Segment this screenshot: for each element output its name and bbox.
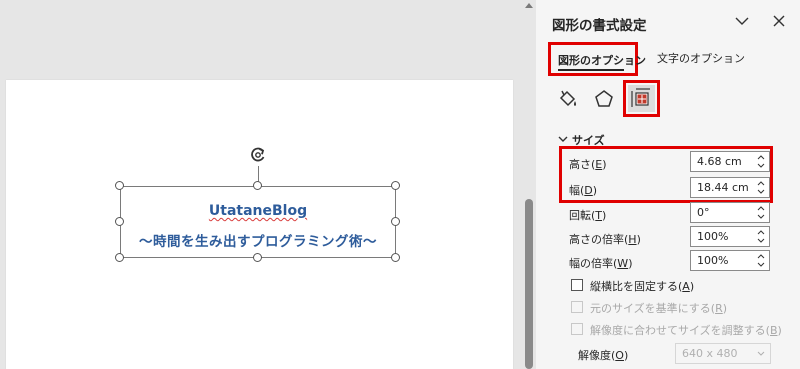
close-icon[interactable] (770, 12, 788, 30)
scale-width-value: 100% (697, 254, 729, 267)
resize-handle-top-left[interactable] (115, 181, 124, 190)
resize-handle-top[interactable] (253, 181, 262, 190)
rotation-label: 回転(T) (569, 209, 607, 222)
resolution-select: 640 x 480 (675, 343, 771, 364)
resolution-label-key: O (615, 349, 624, 362)
resize-handle-bottom-right[interactable] (391, 253, 400, 262)
chevron-down-icon (757, 351, 765, 356)
tab-selected-underline (558, 69, 624, 71)
lock-aspect-ratio-label[interactable]: 縦横比を固定する(A) (590, 278, 694, 294)
highlight-size-fields (559, 146, 773, 203)
resize-handle-bottom[interactable] (253, 253, 262, 262)
shape-text-line-1: UtataneBlog (120, 203, 396, 219)
lock-aspect-ratio-text: 縦横比を固定する (590, 280, 678, 293)
scale-height-value: 100% (697, 230, 729, 243)
scale-height-spinner[interactable]: 100% (690, 226, 770, 247)
scale-height-label: 高さの倍率(H) (569, 233, 641, 246)
best-scale-key: B (769, 324, 778, 337)
rotation-label-text: 回転 (569, 209, 591, 222)
spin-up-icon[interactable] (757, 253, 765, 260)
scroll-up-arrow-icon[interactable] (525, 3, 533, 8)
spin-down-icon[interactable] (757, 213, 765, 220)
rotation-label-key: T (595, 209, 603, 222)
rotate-handle-icon[interactable] (247, 144, 269, 166)
rotation-value: 0° (697, 206, 710, 219)
tab-text-options[interactable]: 文字のオプション (657, 50, 745, 66)
tab-shape-options-label: 図形のオプション (558, 54, 646, 67)
resize-handle-bottom-left[interactable] (115, 253, 124, 262)
lock-aspect-ratio-checkbox[interactable] (571, 279, 583, 291)
spin-down-icon[interactable] (757, 237, 765, 244)
pane-title: 図形の書式設定 (552, 18, 647, 34)
scale-height-label-key: H (628, 233, 637, 246)
relative-original-size-checkbox (571, 301, 583, 313)
format-shape-pane: 図形の書式設定 図形のオプション 文字のオプション サイズ 高さ(E) 4.68… (536, 0, 800, 369)
best-scale-text: 解像度に合わせてサイズを調整する (590, 324, 766, 337)
effects-icon[interactable] (589, 84, 619, 114)
relative-original-size-key: R (715, 302, 723, 315)
scale-height-label-text: 高さの倍率 (569, 233, 624, 246)
resolution-label-text: 解像度 (578, 349, 611, 362)
scale-width-label-text: 幅の倍率 (569, 257, 613, 270)
shape-text-title: UtataneBlog (208, 203, 308, 219)
chevron-down-icon[interactable] (733, 12, 751, 30)
rotation-spinner[interactable]: 0° (690, 202, 770, 223)
best-scale-checkbox (571, 323, 583, 335)
relative-original-size-text: 元のサイズを基準にする (590, 302, 711, 315)
resolution-label: 解像度(O) (578, 349, 629, 362)
fill-line-icon[interactable] (553, 84, 583, 114)
shape-text-line-2: 〜時間を生み出すプログラミング術〜 (139, 234, 377, 250)
resolution-value: 640 x 480 (682, 347, 738, 360)
scroll-thumb[interactable] (525, 199, 533, 369)
scale-width-label: 幅の倍率(W) (569, 257, 633, 270)
resize-handle-top-right[interactable] (391, 181, 400, 190)
tab-shape-options[interactable]: 図形のオプション (548, 42, 646, 76)
section-collapse-chevron-icon[interactable] (558, 135, 568, 143)
spin-up-icon[interactable] (757, 229, 765, 236)
lock-aspect-ratio-key: A (682, 280, 690, 293)
scale-width-label-key: W (617, 257, 629, 270)
size-properties-tab[interactable] (623, 80, 660, 117)
spin-up-icon[interactable] (757, 205, 765, 212)
spin-down-icon[interactable] (757, 261, 765, 268)
best-scale-label: 解像度に合わせてサイズを調整する(B) (590, 324, 782, 337)
slide-canvas: UtataneBlog 〜時間を生み出すプログラミング術〜 (0, 0, 522, 369)
relative-original-size-label: 元のサイズを基準にする(R) (590, 302, 728, 315)
size-properties-icon (631, 88, 650, 107)
vertical-scrollbar[interactable] (522, 0, 536, 369)
scale-width-spinner[interactable]: 100% (690, 250, 770, 271)
